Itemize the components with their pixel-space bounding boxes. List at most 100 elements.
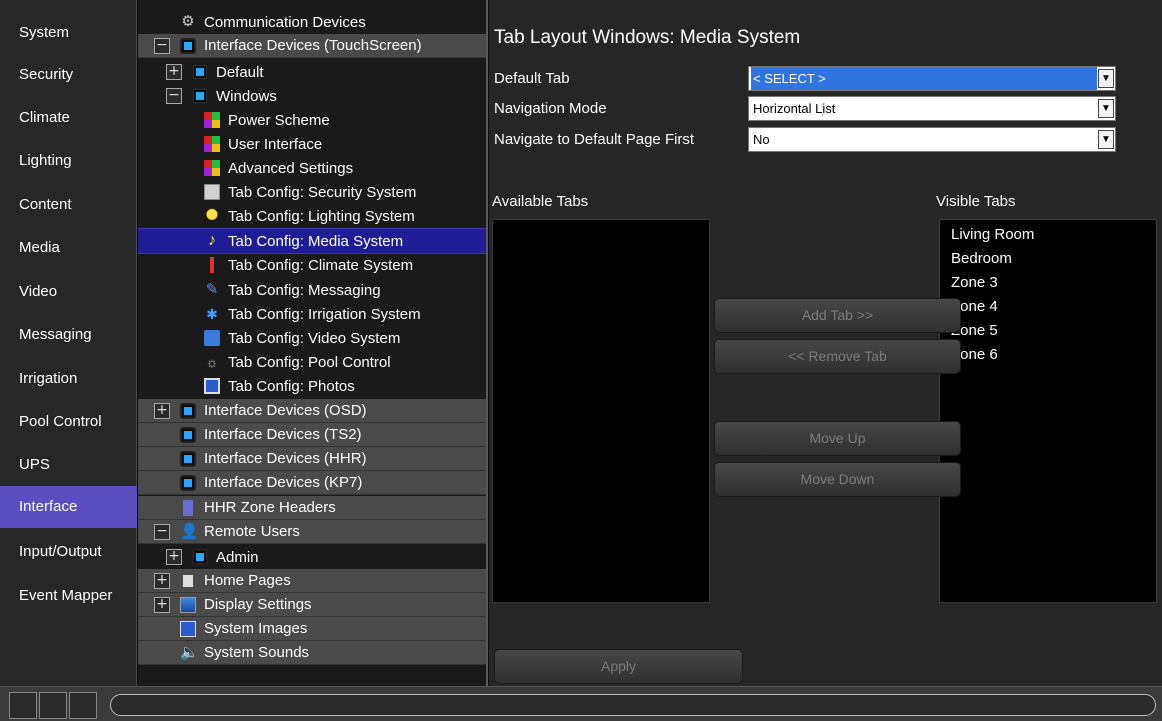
home-page-icon <box>183 574 193 587</box>
tree-item-tab-config-pool[interactable]: ☼ Tab Config: Pool Control <box>138 350 486 374</box>
tree-item-label: Default <box>216 63 264 81</box>
nav-item-system[interactable]: System <box>0 12 137 54</box>
chevron-down-icon[interactable]: ▼ <box>1098 69 1114 88</box>
tree-item-label: Tab Config: Media System <box>228 232 404 250</box>
tree-item-label: Interface Devices (TS2) <box>204 426 362 443</box>
users-icon: 👤 <box>180 522 199 540</box>
tree-item-interface-devices-touchscreen[interactable]: − Interface Devices (TouchScreen) <box>138 34 486 58</box>
tree-item-tab-config-lighting[interactable]: Tab Config: Lighting System <box>138 204 486 228</box>
tree-item-label: Interface Devices (OSD) <box>204 402 367 419</box>
collapse-icon[interactable]: − <box>154 37 170 54</box>
collapse-icon[interactable]: − <box>154 523 170 540</box>
page-title: Tab Layout Windows: Media System <box>494 27 801 48</box>
navigate-default-first-select[interactable]: No ▼ <box>748 127 1116 152</box>
list-item[interactable]: Zone 4 <box>940 295 1156 319</box>
tree-item-tab-config-video[interactable]: Tab Config: Video System <box>138 326 486 350</box>
touchscreen-icon <box>192 549 208 565</box>
tree-item-power-scheme[interactable]: Power Scheme <box>138 108 486 132</box>
chevron-down-icon[interactable]: ▼ <box>1098 130 1114 149</box>
expand-icon[interactable]: + <box>166 64 182 80</box>
tree-item-system-images[interactable]: System Images <box>138 617 486 641</box>
nav-item-interface[interactable]: Interface <box>0 486 137 528</box>
tree-item-label: Tab Config: Messaging <box>228 281 381 299</box>
tree-item-user-interface[interactable]: User Interface <box>138 132 486 156</box>
expand-icon[interactable]: + <box>154 402 170 419</box>
tree-item-remote-users[interactable]: − 👤 Remote Users <box>138 520 486 544</box>
tree-item-label: Tab Config: Irrigation System <box>228 305 421 323</box>
tree-item-label: Tab Config: Climate System <box>228 256 414 274</box>
status-box <box>69 692 97 719</box>
nav-item-content[interactable]: Content <box>0 184 137 226</box>
image-icon <box>180 620 196 637</box>
tree-item-tab-config-media[interactable]: ♪ Tab Config: Media System <box>138 228 486 254</box>
expand-icon[interactable]: + <box>166 549 182 565</box>
tree-item-label: Tab Config: Security System <box>228 183 417 201</box>
tree-item-admin[interactable]: + Admin <box>138 545 486 569</box>
tree-item-home-pages[interactable]: + Home Pages <box>138 569 486 593</box>
tree-item-default[interactable]: + Default <box>138 60 486 84</box>
visible-tabs-list[interactable]: Living Room Bedroom Zone 3 Zone 4 Zone 5… <box>939 219 1157 603</box>
tree-item-advanced-settings[interactable]: Advanced Settings <box>138 156 486 180</box>
security-tab-icon <box>204 184 220 200</box>
header-icon <box>183 499 193 516</box>
default-tab-select[interactable]: < SELECT > ▼ <box>748 66 1116 91</box>
add-tab-button[interactable]: Add Tab >> <box>714 298 961 333</box>
touchscreen-icon <box>180 402 196 419</box>
nav-item-irrigation[interactable]: Irrigation <box>0 358 137 400</box>
move-down-button[interactable]: Move Down <box>714 462 961 497</box>
nav-item-input-output[interactable]: Input/Output <box>0 531 137 573</box>
tree-item-label: Advanced Settings <box>228 159 354 177</box>
list-item[interactable]: Zone 6 <box>940 343 1156 367</box>
tree-item-display-settings[interactable]: + Display Settings <box>138 593 486 617</box>
nav-item-media[interactable]: Media <box>0 227 137 269</box>
tree-item-interface-devices-osd[interactable]: + Interface Devices (OSD) <box>138 399 486 423</box>
pen-icon: ✎ <box>205 281 219 298</box>
nav-item-lighting[interactable]: Lighting <box>0 140 137 182</box>
device-tree: ⚙ Communication Devices − Interface Devi… <box>138 0 488 686</box>
list-item[interactable]: Zone 5 <box>940 319 1156 343</box>
default-tab-label: Default Tab <box>494 70 570 87</box>
tree-item-system-sounds[interactable]: 🔈 System Sounds <box>138 641 486 665</box>
nav-item-ups[interactable]: UPS <box>0 444 137 486</box>
tree-item-label: Windows <box>216 87 277 105</box>
nav-item-climate[interactable]: Climate <box>0 97 137 139</box>
remove-tab-button[interactable]: << Remove Tab <box>714 339 961 374</box>
apply-button[interactable]: Apply <box>494 649 743 684</box>
list-item[interactable]: Living Room <box>940 223 1156 247</box>
available-tabs-list[interactable] <box>492 219 710 603</box>
tree-item-windows[interactable]: − Windows <box>138 84 486 108</box>
nav-item-event-mapper[interactable]: Event Mapper <box>0 575 137 617</box>
touchscreen-icon <box>192 88 208 104</box>
tree-item-tab-config-security[interactable]: Tab Config: Security System <box>138 180 486 204</box>
chevron-down-icon[interactable]: ▼ <box>1098 99 1114 118</box>
list-item[interactable]: Bedroom <box>940 247 1156 271</box>
grid-icon <box>204 160 220 176</box>
photo-icon <box>204 378 220 394</box>
nav-item-security[interactable]: Security <box>0 54 137 96</box>
tree-item-interface-devices-ts2[interactable]: Interface Devices (TS2) <box>138 423 486 447</box>
list-item[interactable]: Zone 3 <box>940 271 1156 295</box>
expand-icon[interactable]: + <box>154 596 170 613</box>
move-up-button[interactable]: Move Up <box>714 421 961 456</box>
tree-item-label: HHR Zone Headers <box>204 499 336 516</box>
visible-tabs-label: Visible Tabs <box>936 193 1016 210</box>
tree-item-label: Interface Devices (KP7) <box>204 474 363 491</box>
tree-item-hhr-zone-headers[interactable]: HHR Zone Headers <box>138 496 486 520</box>
tree-item-tab-config-irrigation[interactable]: ✱ Tab Config: Irrigation System <box>138 302 486 326</box>
tree-item-tab-config-photos[interactable]: Tab Config: Photos <box>138 374 486 398</box>
tree-item-communication-devices[interactable]: ⚙ Communication Devices <box>138 10 486 34</box>
tree-item-tab-config-messaging[interactable]: ✎ Tab Config: Messaging <box>138 278 486 302</box>
nav-item-video[interactable]: Video <box>0 271 137 313</box>
touchscreen-icon <box>180 474 196 491</box>
available-tabs-label: Available Tabs <box>492 193 589 210</box>
nav-item-pool-control[interactable]: Pool Control <box>0 401 137 443</box>
tree-item-interface-devices-hhr[interactable]: Interface Devices (HHR) <box>138 447 486 471</box>
tree-item-interface-devices-kp7[interactable]: Interface Devices (KP7) <box>138 471 486 495</box>
navigation-mode-select[interactable]: Horizontal List ▼ <box>748 96 1116 121</box>
collapse-icon[interactable]: − <box>166 88 182 104</box>
expand-icon[interactable]: + <box>154 572 170 589</box>
navigation-mode-label: Navigation Mode <box>494 100 607 117</box>
nav-item-messaging[interactable]: Messaging <box>0 314 137 356</box>
tree-item-label: Tab Config: Photos <box>228 377 355 395</box>
tree-item-tab-config-climate[interactable]: Tab Config: Climate System <box>138 253 486 277</box>
